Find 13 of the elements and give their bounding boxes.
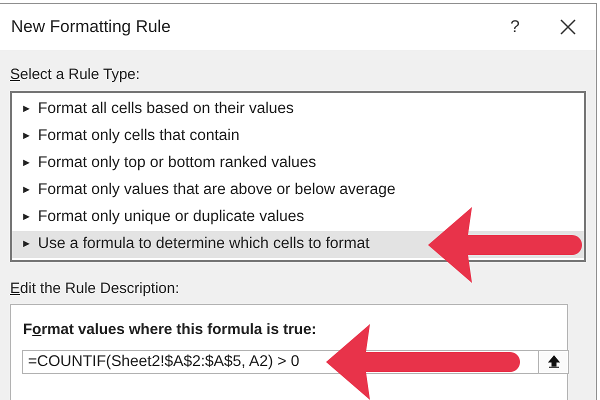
rule-type-item[interactable]: ► Format only cells that contain [12, 122, 242, 150]
formula-label: Format values where this formula is true: [23, 320, 318, 340]
section-label: Edit the Rule Description: [10, 278, 180, 298]
upload-icon [548, 355, 560, 368]
collapse-button[interactable] [539, 350, 569, 374]
rule-type-item[interactable]: ► Format only top or bottom ranked values [12, 150, 318, 176]
window-title: New Formatting Rule [11, 16, 171, 38]
rule-type-item[interactable]: ► Format only unique or duplicate values [12, 204, 306, 230]
help-button[interactable]: ? [500, 14, 530, 40]
section-label: Select a Rule Type: [10, 65, 141, 85]
close-icon[interactable] [560, 19, 576, 35]
rule-type-item[interactable]: ► Format all cells based on their values [12, 96, 296, 122]
rule-type-item[interactable]: ► Format only values that are above or below average [12, 176, 398, 204]
